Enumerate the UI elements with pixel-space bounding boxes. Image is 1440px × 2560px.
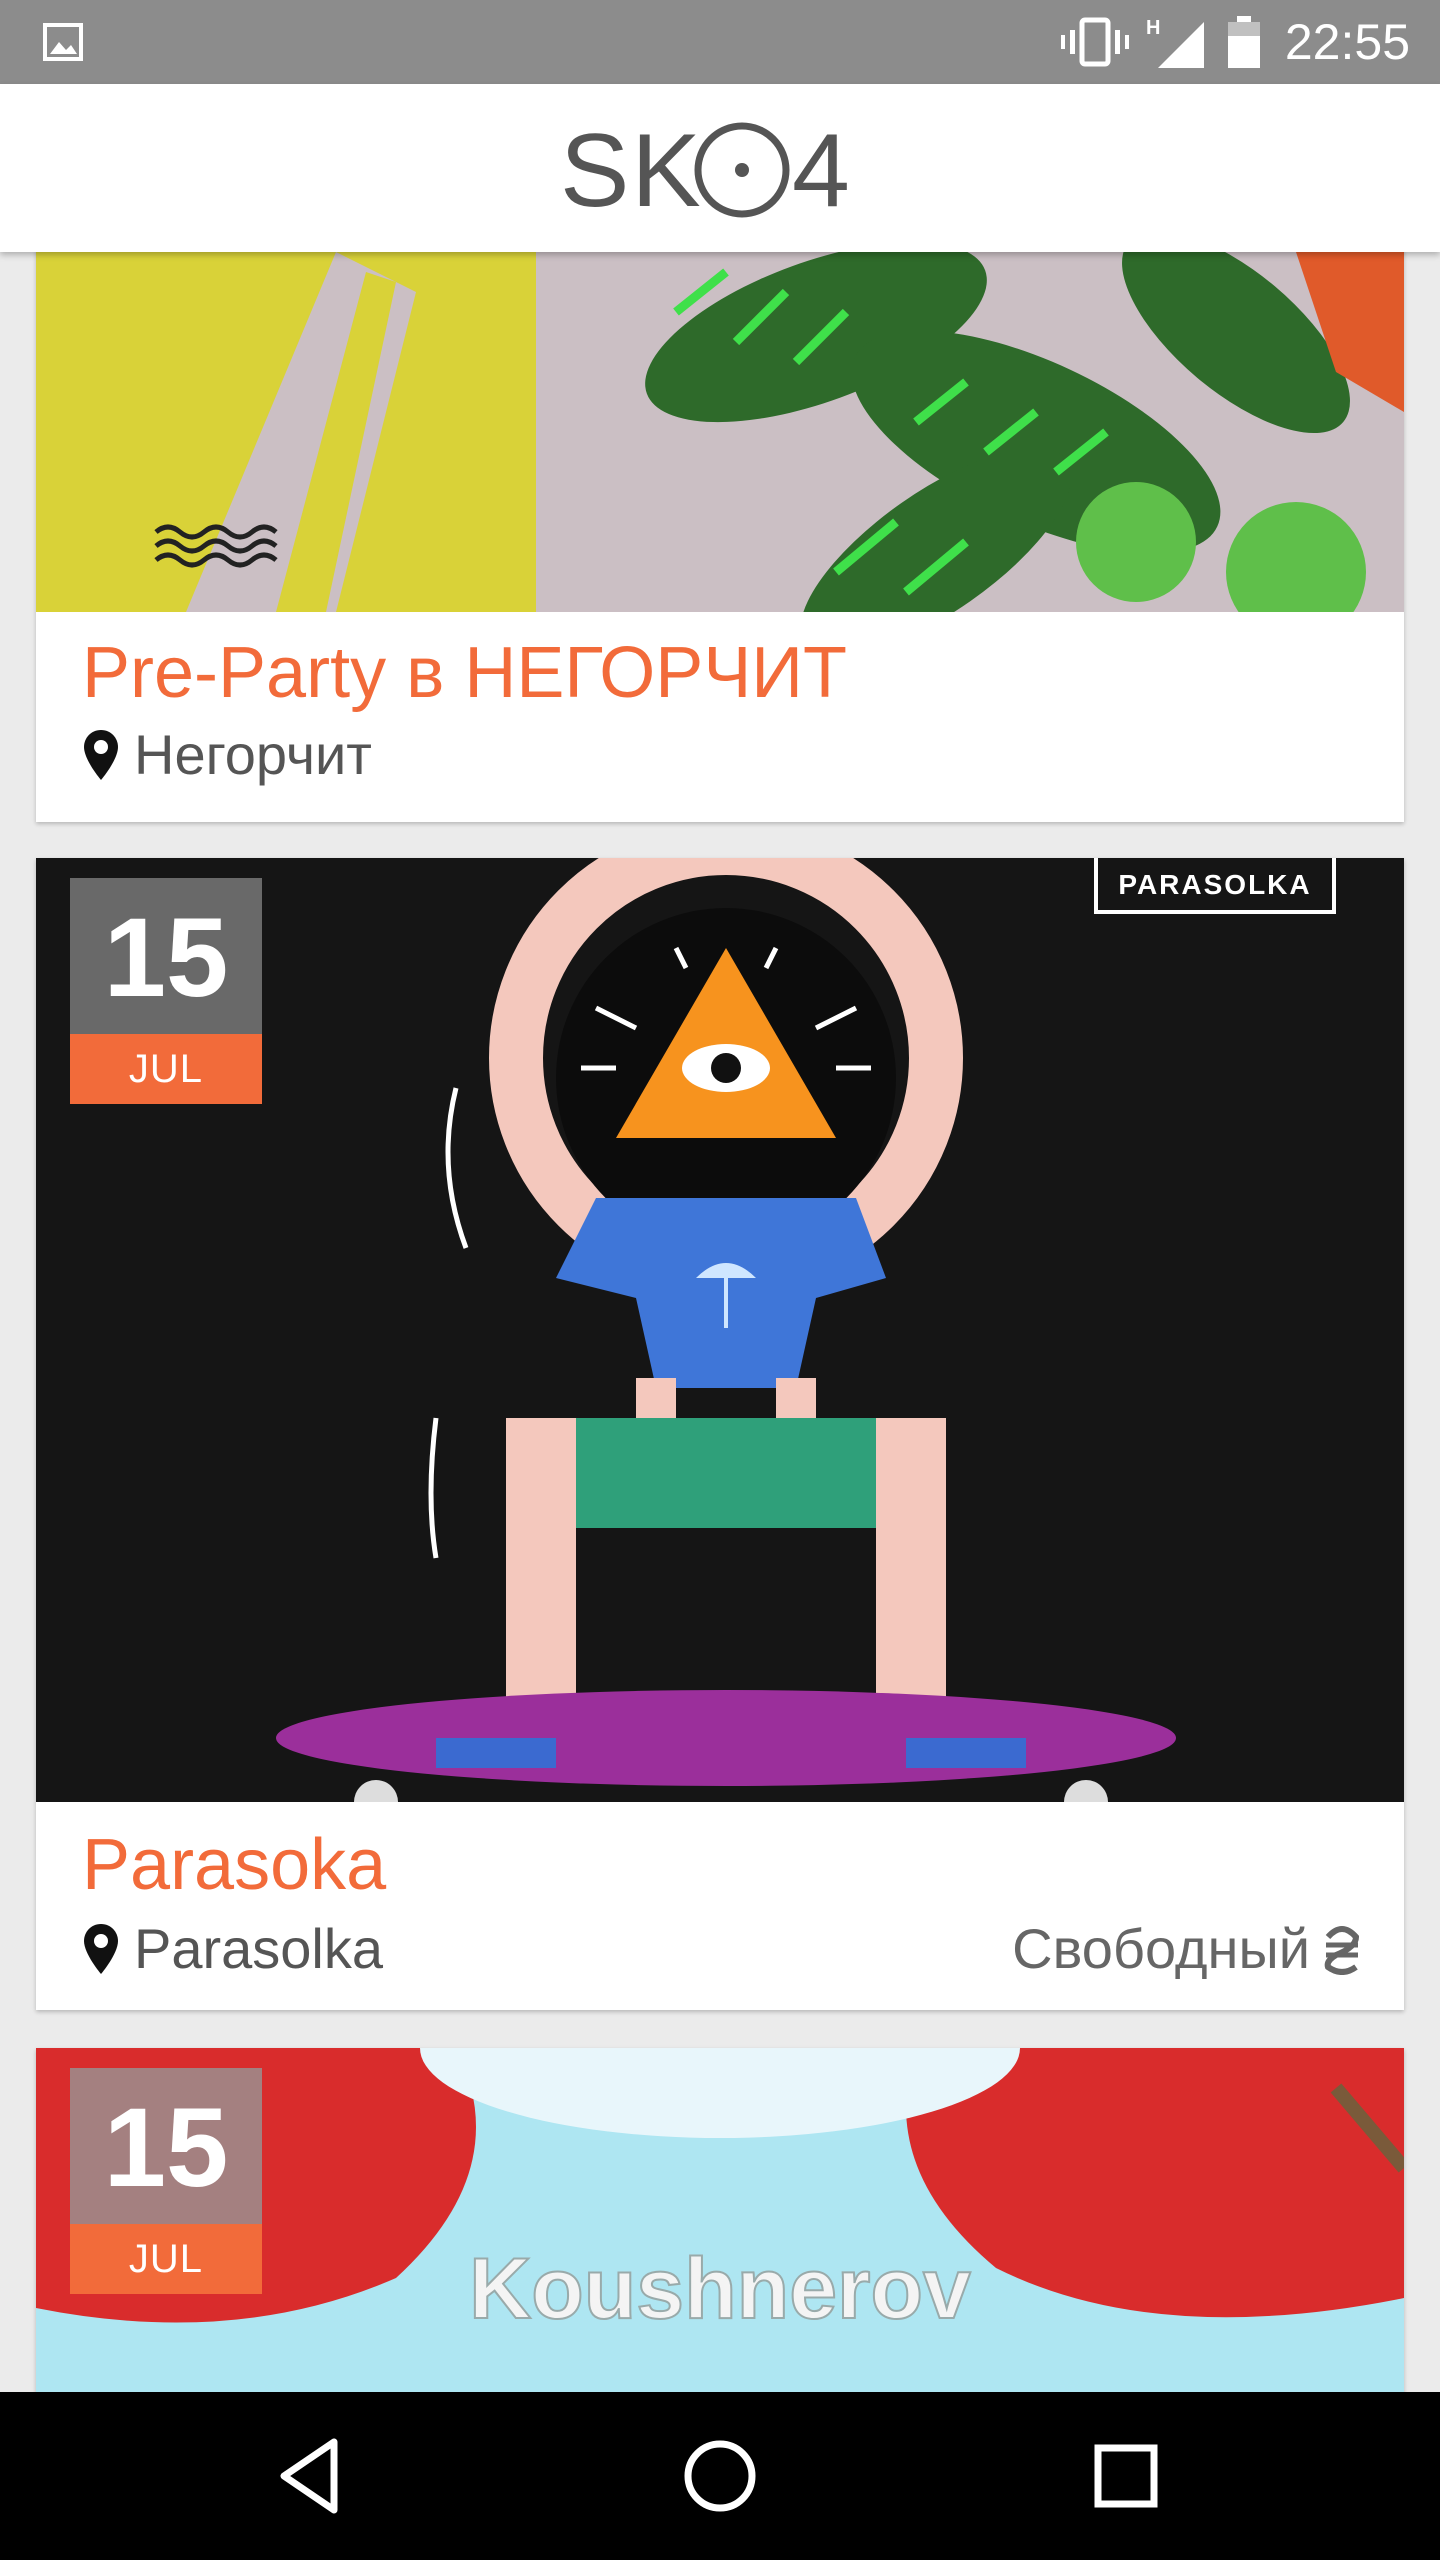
signal-icon: H — [1144, 14, 1206, 70]
venue-name: Негорчит — [134, 723, 372, 786]
location-pin-icon — [84, 729, 118, 780]
recents-icon[interactable] — [1080, 2430, 1172, 2522]
event-venue: Негорчит — [82, 722, 372, 787]
poster-label: PARASOLKA — [1118, 869, 1311, 900]
price-label: Свободный — [1012, 1917, 1310, 1980]
location-pin-icon — [84, 1923, 118, 1974]
hryvnia-icon — [1324, 1925, 1360, 1975]
app-logo[interactable]: SK 4 — [560, 108, 880, 228]
app-bar: SK 4 — [0, 84, 1440, 252]
venue-name: Parasolka — [134, 1917, 384, 1980]
svg-text:4: 4 — [792, 113, 850, 228]
poster-text: Koushnerov — [469, 2241, 971, 2337]
event-poster — [36, 252, 1404, 612]
image-icon — [43, 23, 83, 61]
sko4-logo: SK 4 — [560, 113, 850, 228]
event-date-month: JUL — [70, 2224, 262, 2294]
event-date-badge: 15 JUL — [70, 2068, 262, 2294]
svg-text:SK: SK — [560, 113, 703, 228]
event-card[interactable]: Koushnerov 15 JUL — [36, 2048, 1404, 2392]
event-venue: Parasolka — [82, 1916, 383, 1981]
navigation-bar — [0, 2392, 1440, 2560]
vibrate-icon — [1061, 17, 1129, 67]
network-type-label: H — [1146, 17, 1160, 39]
event-card[interactable]: PARASOLKA 15 JUL Parasoka Parasolka Своб… — [36, 858, 1404, 2010]
event-price: Свободный — [1012, 1916, 1362, 1981]
battery-icon — [1228, 16, 1260, 68]
event-date-badge: 15 JUL — [70, 878, 262, 1104]
status-bar: H 22:55 — [0, 0, 1440, 84]
event-date-day: 15 — [70, 878, 262, 1034]
event-feed[interactable]: Pre-Party в НЕГОРЧИТ Негорчит PARASOLKA — [0, 252, 1440, 2392]
back-icon[interactable] — [268, 2430, 360, 2522]
event-date-day: 15 — [70, 2068, 262, 2224]
event-card[interactable]: Pre-Party в НЕГОРЧИТ Негорчит — [36, 252, 1404, 822]
event-title[interactable]: Parasoka — [82, 1824, 386, 1906]
event-title[interactable]: Pre-Party в НЕГОРЧИТ — [82, 632, 847, 714]
home-icon[interactable] — [674, 2430, 766, 2522]
clock: 22:55 — [1284, 14, 1410, 70]
event-date-month: JUL — [70, 1034, 262, 1104]
